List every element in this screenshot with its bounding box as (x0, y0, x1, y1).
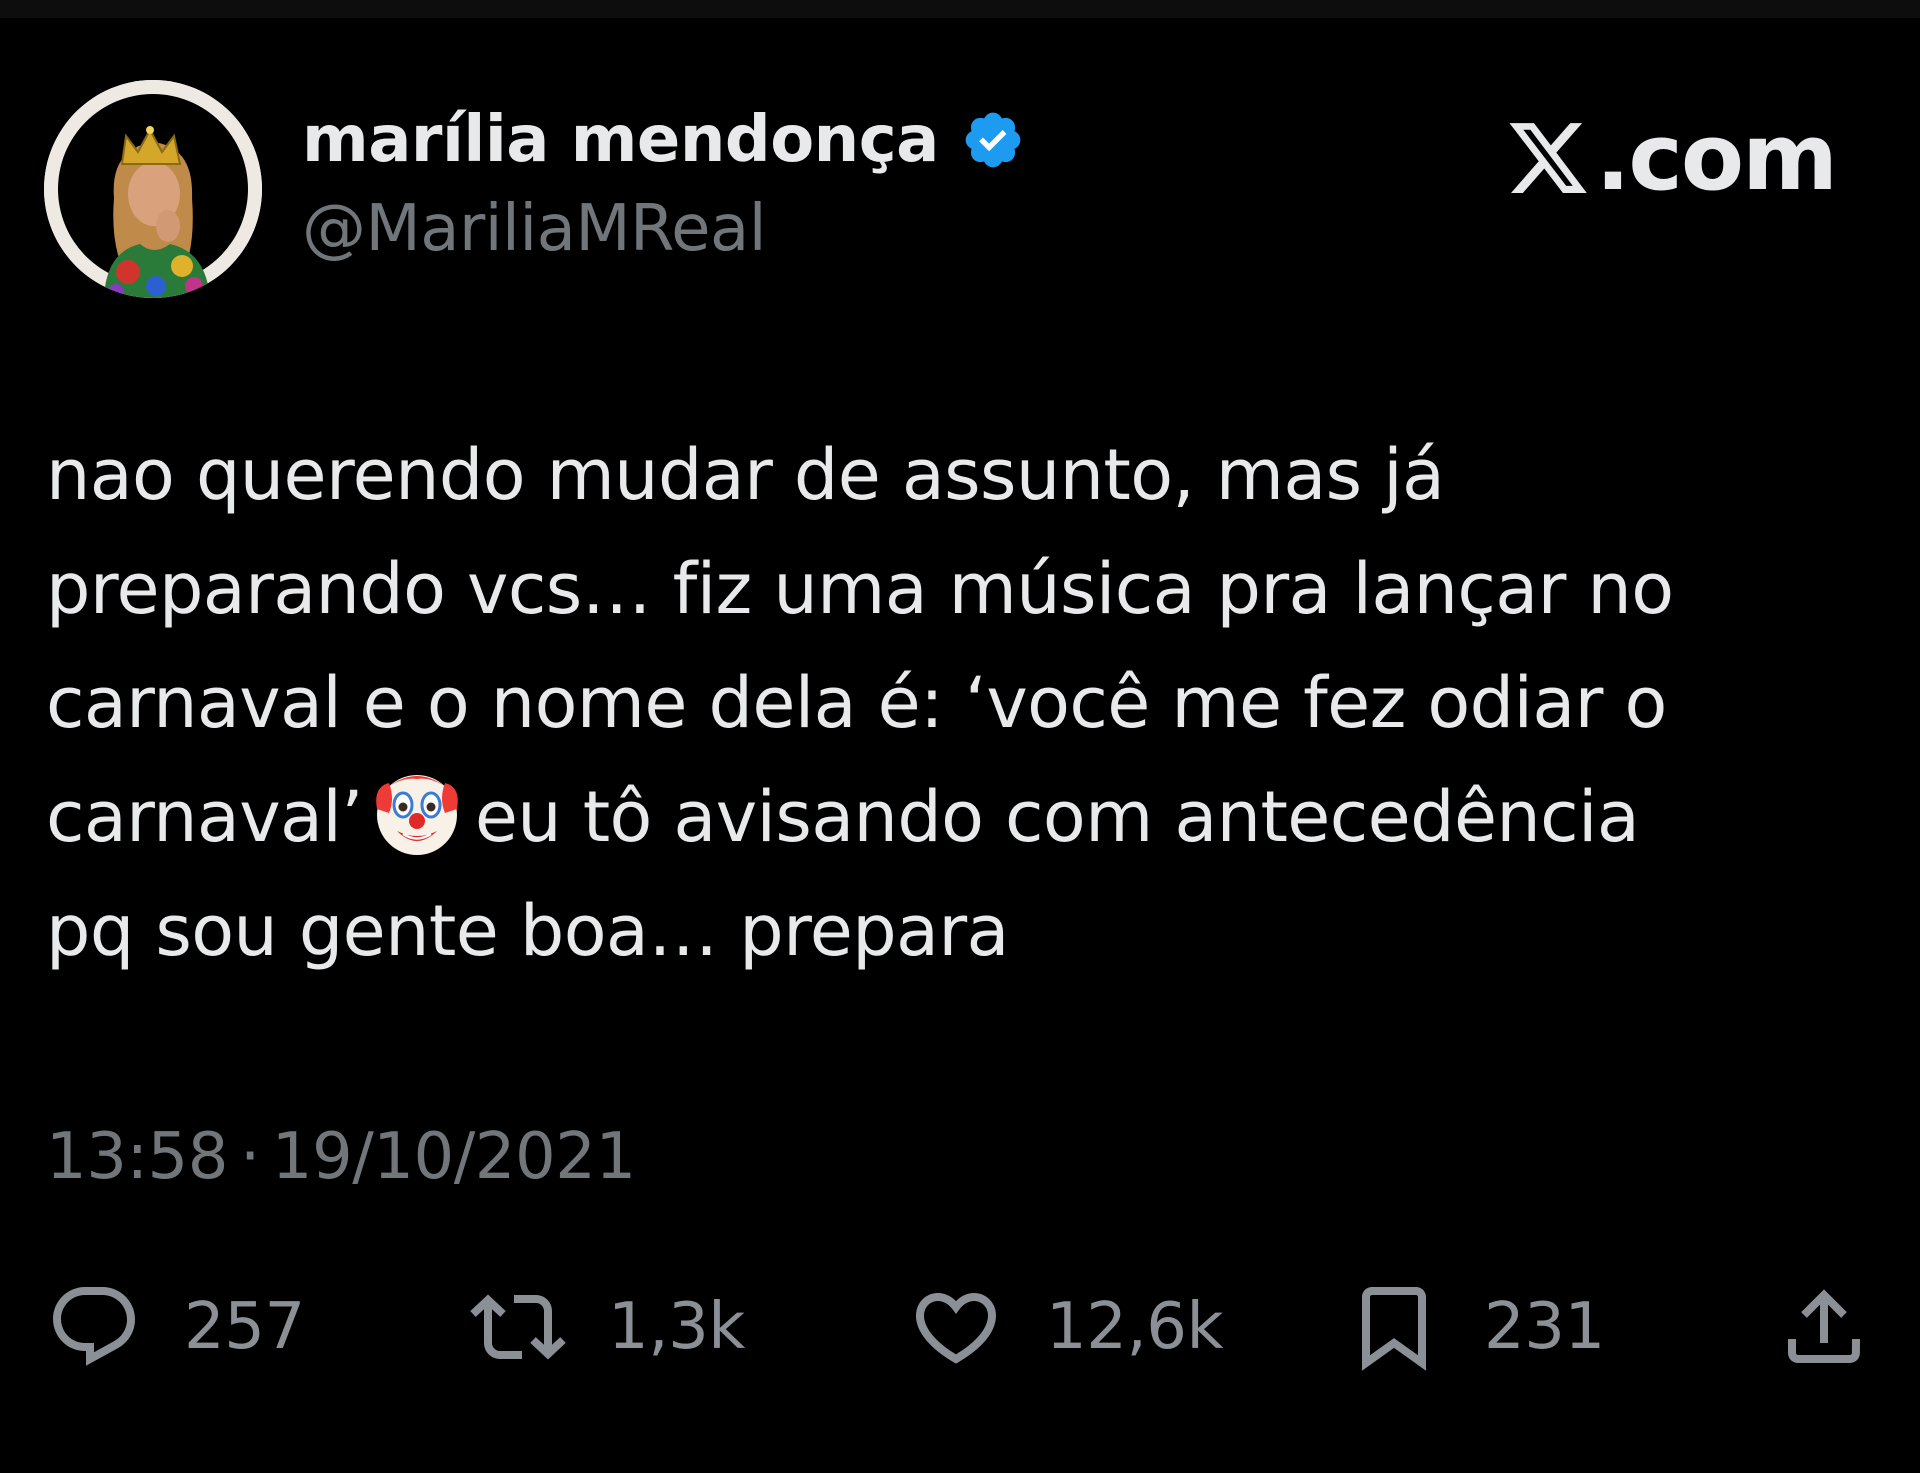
repost-button[interactable]: 1,3k (470, 1272, 745, 1382)
heart-icon (915, 1293, 997, 1364)
bookmark-count: 231 (1484, 1290, 1605, 1364)
tweet-line-segment: eu tô avisando com antecedência (474, 776, 1640, 858)
tweet-line: pq sou gente boa… prepara (46, 890, 1009, 972)
verified-badge-icon (965, 112, 1021, 168)
bookmark-icon (1362, 1287, 1426, 1371)
tweet-text: nao querendo mudar de assunto, mas já pr… (46, 418, 1846, 988)
reply-button[interactable]: 257 (46, 1272, 305, 1382)
reply-icon (53, 1287, 136, 1366)
tweet-line: nao querendo mudar de assunto, mas já (46, 434, 1445, 516)
share-icon (1788, 1289, 1860, 1363)
tweet-line: carnaval e o nome dela é: ‘você me fez o… (46, 662, 1667, 744)
brand-watermark: .com (1505, 104, 1838, 211)
tweet-line: carnaval’ eu tô avisando com antecedênci… (46, 760, 1846, 874)
top-edge-strip (0, 0, 1920, 18)
avatar[interactable] (44, 80, 262, 298)
bookmark-button[interactable]: 231 (1346, 1272, 1605, 1382)
brand-text: .com (1595, 104, 1838, 211)
author-name-row: marília mendonça (302, 100, 1025, 180)
like-count: 12,6k (1046, 1290, 1224, 1364)
tweet-line: preparando vcs… fiz uma música pra lança… (46, 548, 1674, 630)
tweet-timestamp[interactable]: 13:58 · 19/10/2021 (46, 1120, 636, 1194)
display-name[interactable]: marília mendonça (302, 103, 939, 177)
repost-count: 1,3k (608, 1290, 745, 1364)
tweet-line-segment: carnaval’ (46, 776, 363, 858)
clown-face-icon (376, 775, 458, 855)
x-logo-icon (1509, 123, 1588, 193)
user-handle[interactable]: @MariliaMReal (302, 192, 767, 266)
like-button[interactable]: 12,6k (908, 1272, 1224, 1382)
timestamp-separator: · (239, 1120, 260, 1194)
reply-count: 257 (184, 1290, 305, 1364)
tweet-date: 19/10/2021 (271, 1120, 636, 1194)
tweet-actions-bar: 257 1,3k 12,6k 231 (46, 1272, 1876, 1382)
repost-icon (470, 1294, 566, 1360)
share-button[interactable] (1776, 1272, 1872, 1382)
tweet-time: 13:58 (46, 1120, 228, 1194)
profile-photo (44, 80, 262, 298)
